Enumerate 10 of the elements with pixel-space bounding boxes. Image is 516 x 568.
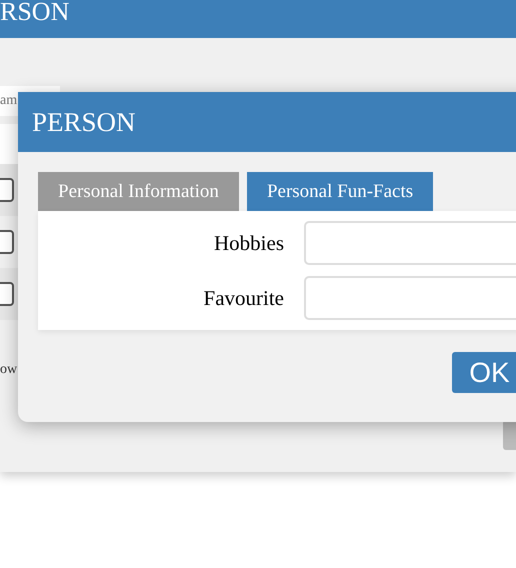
tab[interactable]: Personal Fun-Facts [246, 172, 434, 211]
dialog-title: PERSON [32, 106, 136, 138]
input-field[interactable] [304, 276, 516, 320]
field-label: Favourite [202, 286, 284, 310]
tab[interactable]: Personal Information [38, 172, 239, 211]
window-title: RSON [0, 0, 70, 24]
footer-text: ow [0, 362, 18, 378]
input-field[interactable] [304, 221, 516, 265]
field-label: Hobbies [213, 230, 284, 256]
ok-button[interactable]: OK [452, 352, 516, 393]
